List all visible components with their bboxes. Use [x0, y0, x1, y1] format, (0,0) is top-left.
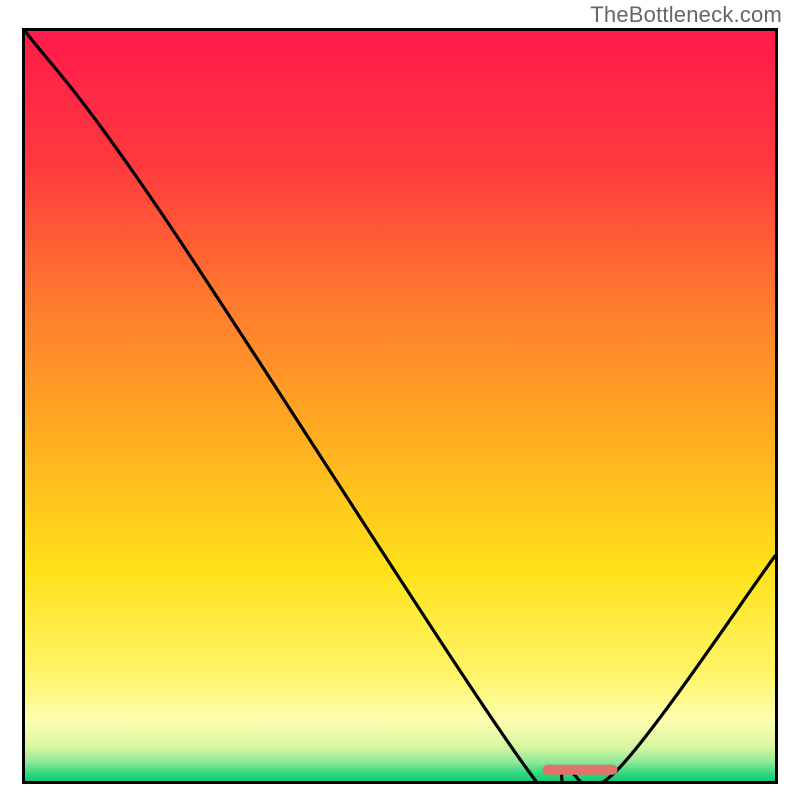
plot-background	[25, 31, 775, 781]
watermark-text: TheBottleneck.com	[590, 2, 782, 28]
optimal-range-marker	[543, 765, 618, 775]
chart-svg	[22, 28, 778, 784]
bottleneck-chart	[22, 28, 778, 784]
